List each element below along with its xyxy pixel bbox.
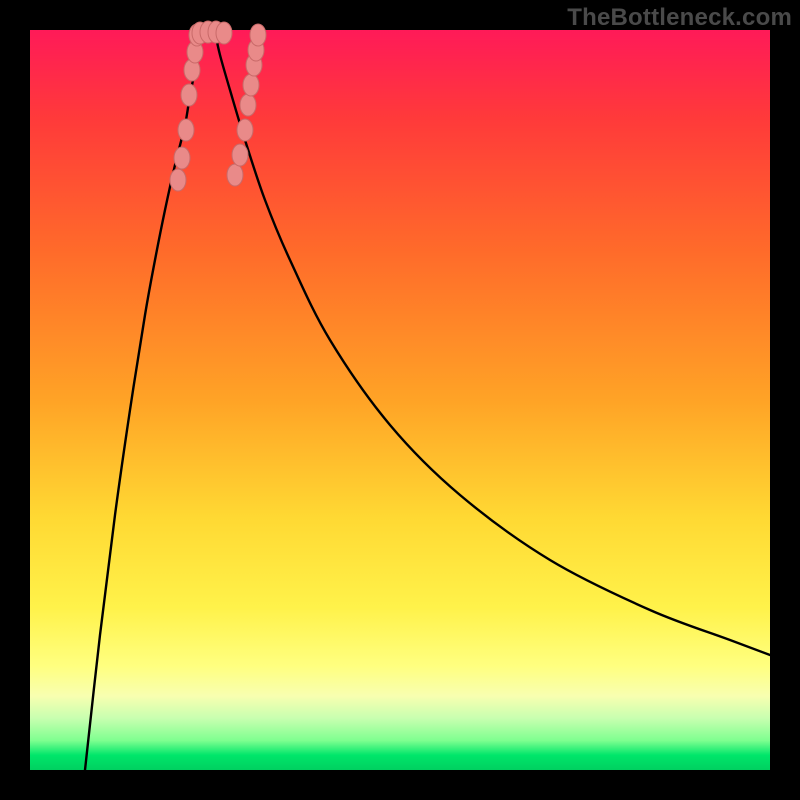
- chart-plot-area: [30, 30, 770, 770]
- outer-frame: TheBottleneck.com: [0, 0, 800, 800]
- chart-svg: [30, 30, 770, 770]
- curve-left-branch: [85, 32, 198, 770]
- curve-right-branch: [215, 32, 770, 655]
- data-marker: [232, 144, 248, 166]
- data-marker: [178, 119, 194, 141]
- data-marker: [240, 94, 256, 116]
- watermark-text: TheBottleneck.com: [567, 4, 792, 32]
- data-marker: [227, 164, 243, 186]
- data-marker: [250, 24, 266, 46]
- data-marker: [237, 119, 253, 141]
- data-marker: [181, 84, 197, 106]
- data-marker: [170, 169, 186, 191]
- data-marker: [243, 74, 259, 96]
- data-marker: [174, 147, 190, 169]
- data-marker: [216, 22, 232, 44]
